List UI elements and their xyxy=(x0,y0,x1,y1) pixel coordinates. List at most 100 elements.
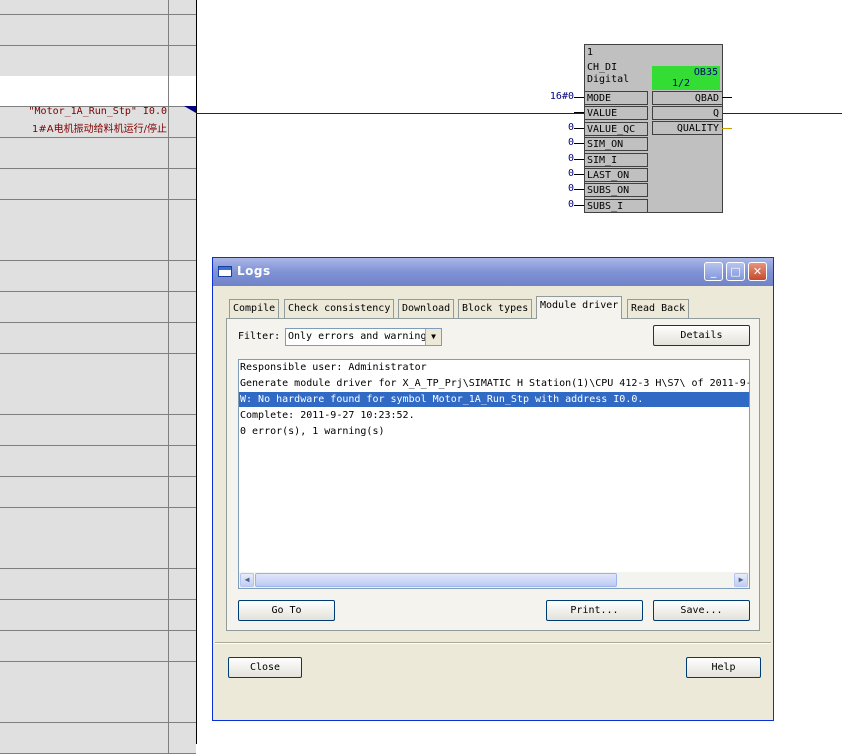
margin-cell xyxy=(169,261,196,291)
input-value[interactable]: 0 xyxy=(524,137,574,148)
margin-cell xyxy=(169,169,196,199)
margin-row[interactable] xyxy=(0,0,196,15)
log-line[interactable]: Complete: 2011-9-27 10:23:52. xyxy=(239,408,749,423)
tab-check-consistency[interactable]: Check consistency xyxy=(284,299,395,318)
ob-runtime-badge: OB35 1/2 xyxy=(652,66,720,90)
input-value[interactable]: 0 xyxy=(524,183,574,194)
output-pin-qbad[interactable]: QBAD xyxy=(652,91,722,105)
log-line-selected[interactable]: W: No hardware found for symbol Motor_1A… xyxy=(239,392,749,407)
margin-row[interactable] xyxy=(0,661,196,693)
margin-cell xyxy=(0,292,169,322)
margin-cell xyxy=(0,168,169,199)
margin-row[interactable] xyxy=(0,630,196,662)
save-button[interactable]: Save... xyxy=(653,600,750,621)
margin-row[interactable] xyxy=(0,14,196,46)
input-pin-value-qc[interactable]: VALUE_QC xyxy=(585,121,648,136)
margin-row[interactable] xyxy=(0,692,196,724)
signal-name[interactable]: "Motor_1A_Run_Stp" I0.0 xyxy=(29,106,167,117)
margin-cell xyxy=(0,538,169,569)
margin-cell xyxy=(0,476,169,507)
margin-cell xyxy=(169,446,196,476)
maximize-button[interactable]: □ xyxy=(726,262,745,281)
log-line[interactable]: Responsible user: Administrator xyxy=(239,360,749,375)
title-bar[interactable]: Logs _ □ ✕ xyxy=(213,258,773,286)
margin-cell xyxy=(0,322,169,353)
scroll-right-icon[interactable]: ▶ xyxy=(734,573,748,587)
log-list[interactable]: Responsible user: Administrator Generate… xyxy=(238,359,750,589)
margin-row[interactable] xyxy=(0,446,196,477)
margin-row[interactable] xyxy=(0,538,196,570)
signal-wire xyxy=(196,113,842,114)
close-window-button[interactable]: ✕ xyxy=(748,262,767,281)
tab-read-back[interactable]: Read Back xyxy=(627,299,690,318)
margin-row[interactable] xyxy=(0,507,196,539)
input-wire xyxy=(574,112,584,114)
input-pin-sim-on[interactable]: SIM_ON xyxy=(585,137,648,152)
margin-row[interactable] xyxy=(0,384,196,416)
margin-row[interactable] xyxy=(0,569,196,601)
margin-row[interactable] xyxy=(0,415,196,447)
margin-row[interactable] xyxy=(0,76,196,108)
margin-row[interactable] xyxy=(0,322,196,354)
tab-compile[interactable]: Compile xyxy=(229,299,280,318)
log-line[interactable]: 0 error(s), 1 warning(s) xyxy=(239,424,749,439)
help-button[interactable]: Help xyxy=(686,657,761,678)
margin-cell xyxy=(0,76,169,107)
margin-cell xyxy=(169,323,196,353)
margin-row[interactable] xyxy=(0,168,196,200)
input-value[interactable]: 0 xyxy=(524,153,574,164)
input-pin-mode[interactable]: MODE xyxy=(585,91,648,105)
filter-dropdown[interactable]: Only errors and warnings ▼ xyxy=(285,328,442,346)
margin-cell xyxy=(0,0,169,14)
output-wire-qbad xyxy=(722,97,732,98)
margin-row[interactable] xyxy=(0,230,196,262)
block-description: Digital xyxy=(587,74,630,85)
log-line[interactable]: Generate module driver for X_A_TP_Prj\SI… xyxy=(239,376,749,391)
margin-cell xyxy=(0,600,169,630)
ob-fraction: 1/2 xyxy=(672,78,691,89)
output-pin-quality[interactable]: QUALITY xyxy=(652,121,722,135)
margin-row[interactable] xyxy=(0,353,196,385)
margin-row[interactable] xyxy=(0,138,196,169)
input-pin-last-on[interactable]: LAST_ON xyxy=(585,168,648,182)
margin-cell xyxy=(0,723,169,754)
input-pin-subs-i[interactable]: SUBS_I xyxy=(585,198,648,213)
margin-row[interactable] xyxy=(0,45,196,77)
scroll-left-icon[interactable]: ◀ xyxy=(240,573,254,587)
margin-row[interactable] xyxy=(0,292,196,323)
input-pin-sim-i[interactable]: SIM_I xyxy=(585,152,648,167)
margin-row[interactable] xyxy=(0,723,196,754)
details-button[interactable]: Details xyxy=(653,325,750,346)
input-pin-subs-on[interactable]: SUBS_ON xyxy=(585,183,648,198)
input-pin-value[interactable]: VALUE xyxy=(585,106,648,121)
margin-cell xyxy=(169,354,196,384)
print-button[interactable]: Print... xyxy=(546,600,643,621)
scroll-thumb[interactable] xyxy=(255,573,617,587)
margin-cell xyxy=(169,692,196,722)
chevron-down-icon[interactable]: ▼ xyxy=(425,329,441,345)
input-value[interactable]: 0 xyxy=(524,199,574,210)
go-to-button[interactable]: Go To xyxy=(238,600,335,621)
close-button[interactable]: Close xyxy=(228,657,302,678)
margin-cell xyxy=(169,384,196,414)
horizontal-scrollbar[interactable]: ◀ ▶ xyxy=(239,572,749,588)
tab-block-types[interactable]: Block types xyxy=(458,299,533,318)
margin-cell xyxy=(0,630,169,661)
margin-cell xyxy=(0,692,169,723)
minimize-button[interactable]: _ xyxy=(704,262,723,281)
output-pin-q[interactable]: Q xyxy=(652,106,722,120)
ch-di-block[interactable]: 1 CH_DI Digital OB35 1/2 MODE VALUE VALUE_… xyxy=(584,44,723,213)
tab-module-driver[interactable]: Module driver xyxy=(536,296,623,319)
margin-cell xyxy=(169,723,196,753)
input-value[interactable]: 0 xyxy=(524,122,574,133)
margin-row[interactable] xyxy=(0,199,196,231)
margin-row[interactable] xyxy=(0,600,196,631)
input-wire xyxy=(574,189,584,191)
margin-cell xyxy=(169,0,196,14)
input-value[interactable]: 16#0 xyxy=(524,91,574,102)
input-value[interactable]: 0 xyxy=(524,168,574,179)
margin-row[interactable] xyxy=(0,261,196,293)
tab-download[interactable]: Download xyxy=(398,299,455,318)
margin-cell xyxy=(169,415,196,445)
margin-row[interactable] xyxy=(0,476,196,508)
